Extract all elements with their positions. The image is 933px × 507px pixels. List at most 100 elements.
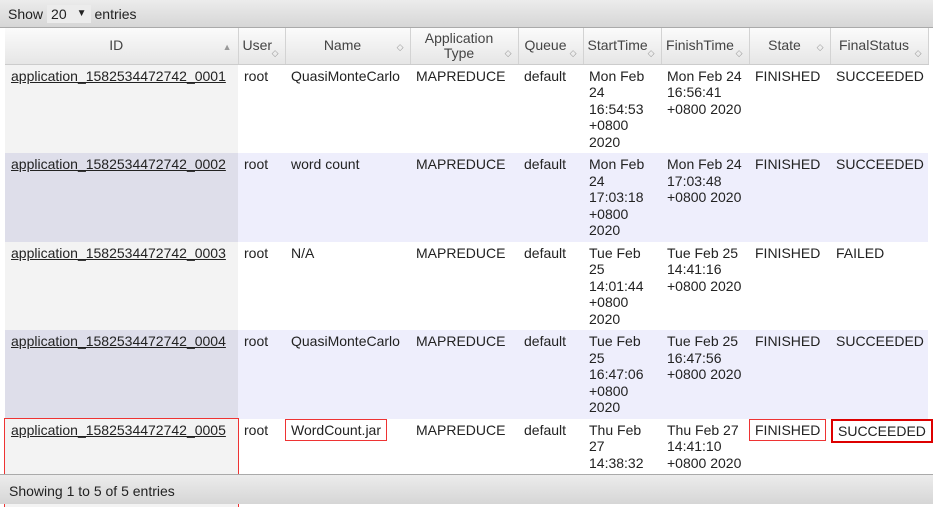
cell-type: MAPREDUCE (410, 242, 518, 331)
cell-final: SUCCEEDED (830, 330, 928, 419)
cell-text: root (244, 156, 268, 173)
cell-text: root (244, 333, 268, 350)
table-row: application_1582534472742_0001 root QuasiM… (5, 64, 928, 153)
cell-queue: default (518, 330, 583, 419)
column-label: FinalStatus (839, 37, 909, 53)
cell-final: FAILED (830, 242, 928, 331)
column-header-name[interactable]: Name◇ (285, 28, 410, 64)
cell-start: Tue Feb 25 14:01:44 +0800 2020 (583, 242, 661, 331)
column-label: ID (109, 37, 123, 53)
applications-table: ID▲User◇Name◇Application Type◇Queue◇Star… (5, 28, 929, 507)
cell-text: Tue Feb 25 14:01:44 +0800 2020 (589, 245, 655, 328)
cell-finish: Mon Feb 24 16:56:41 +0800 2020 (661, 64, 749, 153)
table-row: application_1582534472742_0004 root QuasiM… (5, 330, 928, 419)
cell-text: SUCCEEDED (831, 419, 933, 444)
column-label: StartTime (588, 37, 648, 53)
cell-text: MAPREDUCE (416, 156, 505, 173)
cell-text: FAILED (836, 245, 884, 262)
column-header-queue[interactable]: Queue ◇ (518, 28, 583, 64)
cell-text: default (524, 68, 566, 85)
cell-user: root (238, 64, 285, 153)
entries-label: entries (95, 6, 137, 22)
cell-queue: default (518, 153, 583, 242)
cell-text: root (244, 245, 268, 262)
cell-text: MAPREDUCE (416, 68, 505, 85)
cell-id: application_1582534472742_0002 (5, 153, 238, 242)
column-label: User (243, 37, 273, 53)
cell-text: FINISHED (750, 420, 825, 441)
table-info: Showing 1 to 5 of 5 entries (0, 474, 933, 504)
cell-text: Tue Feb 25 14:41:16 +0800 2020 (667, 245, 743, 295)
entries-select-value: 20 (51, 6, 67, 22)
sort-icon[interactable]: ◇ (397, 40, 404, 55)
cell-user: root (238, 242, 285, 331)
sort-icon[interactable]: ◇ (570, 46, 577, 61)
cell-finish: Tue Feb 25 14:41:16 +0800 2020 (661, 242, 749, 331)
cell-text: Mon Feb 24 17:03:48 +0800 2020 (667, 156, 743, 206)
table-row: application_1582534472742_0002rootword c… (5, 153, 928, 242)
sort-icon[interactable]: ◇ (505, 46, 512, 61)
column-label: Queue (524, 37, 566, 53)
sort-icon[interactable]: ◇ (817, 40, 824, 55)
dropdown-arrow-icon: ▼ (77, 8, 87, 19)
cell-text: SUCCEEDED (836, 333, 924, 350)
column-label: State (768, 37, 801, 53)
cell-final: SUCCEEDED (830, 64, 928, 153)
cell-id: application_1582534472742_0001 (5, 64, 238, 153)
column-header-id[interactable]: ID ▲ (5, 28, 238, 64)
cell-user: root (238, 153, 285, 242)
application-link[interactable]: application_1582534472742_0003 (11, 245, 226, 261)
cell-type: MAPREDUCE (410, 330, 518, 419)
cell-text: MAPREDUCE (416, 333, 505, 350)
cell-text: Tue Feb 25 16:47:56 +0800 2020 (667, 333, 743, 383)
cell-text: default (524, 333, 566, 350)
cell-finish: Mon Feb 24 17:03:48 +0800 2020 (661, 153, 749, 242)
column-label: Application Type (425, 30, 494, 61)
application-link[interactable]: application_1582534472742_0001 (11, 68, 226, 84)
sort-icon[interactable]: ◇ (648, 46, 655, 61)
cell-text: FINISHED (755, 68, 820, 85)
cell-text: MAPREDUCE (416, 422, 505, 439)
cell-text: Mon Feb 24 16:56:41 +0800 2020 (667, 68, 743, 118)
column-label: FinishTime (666, 37, 734, 53)
cell-text: Tue Feb 25 16:47:06 +0800 2020 (589, 333, 655, 416)
cell-text: Mon Feb 24 16:54:53 +0800 2020 (589, 68, 655, 151)
column-header-starttime[interactable]: StartTime◇ (583, 28, 661, 64)
cell-state: FINISHED (749, 242, 830, 331)
cell-text: SUCCEEDED (836, 68, 924, 85)
sort-icon[interactable]: ◇ (915, 46, 922, 61)
column-header-user[interactable]: User◇ (238, 28, 285, 64)
column-header-state[interactable]: State ◇ (749, 28, 830, 64)
cell-text: SUCCEEDED (836, 156, 924, 173)
show-label: Show (8, 6, 43, 22)
entries-select[interactable]: 20 ▼ (47, 5, 90, 23)
cell-text: Mon Feb 24 17:03:18 +0800 2020 (589, 156, 655, 239)
application-link[interactable]: application_1582534472742_0002 (11, 156, 226, 172)
cell-id: application_1582534472742_0004 (5, 330, 238, 419)
cell-final: SUCCEEDED (830, 153, 928, 242)
table-row: application_1582534472742_0003 root N/A MAP… (5, 242, 928, 331)
cell-text: default (524, 156, 566, 173)
cell-text: MAPREDUCE (416, 245, 505, 262)
cell-state: FINISHED (749, 153, 830, 242)
application-link[interactable]: application_1582534472742_0004 (11, 333, 226, 349)
sort-icon[interactable]: ◇ (272, 46, 279, 61)
cell-text: root (244, 422, 268, 439)
cell-id: application_1582534472742_0003 (5, 242, 238, 331)
column-header-application-type[interactable]: Application Type ◇ (410, 28, 518, 64)
cell-type: MAPREDUCE (410, 64, 518, 153)
cell-text: FINISHED (755, 245, 820, 262)
sort-icon[interactable]: ▲ (223, 40, 232, 55)
column-header-finalstatus[interactable]: FinalStatus ◇ (830, 28, 928, 64)
cell-text: Thu Feb 27 14:41:10 +0800 2020 (667, 422, 743, 472)
cell-text: WordCount.jar (286, 420, 386, 441)
cell-text: root (244, 68, 268, 85)
cell-text: QuasiMonteCarlo (291, 68, 400, 85)
cell-state: FINISHED (749, 330, 830, 419)
sort-icon[interactable]: ◇ (736, 46, 743, 61)
column-header-finishtime[interactable]: FinishTime◇ (661, 28, 749, 64)
cell-name: N/A (285, 242, 410, 331)
cell-finish: Tue Feb 25 16:47:56 +0800 2020 (661, 330, 749, 419)
application-link[interactable]: application_1582534472742_0005 (11, 422, 226, 438)
cell-text: QuasiMonteCarlo (291, 333, 400, 350)
